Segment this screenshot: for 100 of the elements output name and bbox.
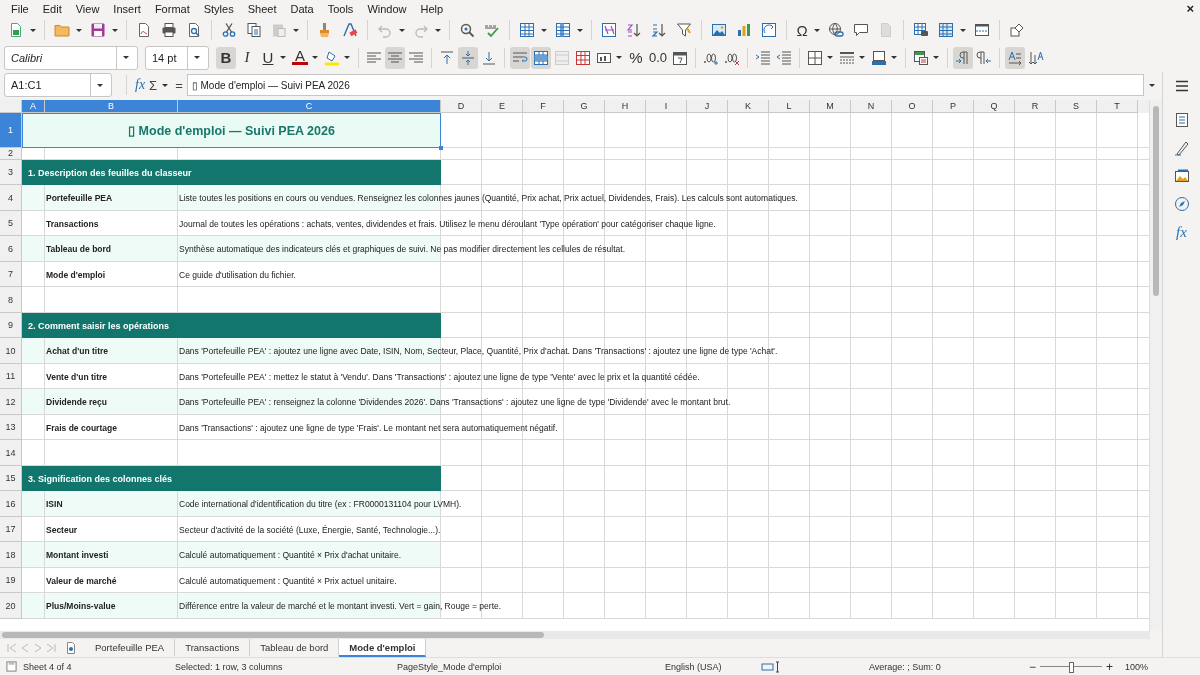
dropdown-caret-icon[interactable]	[344, 56, 350, 59]
font-size-field[interactable]: 14 pt	[145, 45, 209, 70]
table-columns-icon[interactable]	[555, 22, 571, 38]
menu-item[interactable]: Data	[283, 2, 321, 15]
bar-chart-icon[interactable]	[736, 22, 752, 38]
row-header[interactable]: 16	[0, 491, 22, 517]
table-printer-icon[interactable]	[913, 22, 929, 38]
dropdown-caret-icon[interactable]	[162, 83, 169, 87]
dropdown-caret-icon[interactable]	[123, 56, 129, 59]
dropdown-caret-icon[interactable]	[933, 56, 940, 59]
sheet-tab[interactable]: Transactions	[175, 639, 251, 657]
text-ltr-button[interactable]	[1005, 46, 1026, 69]
search-icon[interactable]	[459, 22, 475, 38]
shapes-icon[interactable]	[1009, 22, 1025, 38]
comment-icon[interactable]	[853, 22, 869, 38]
column-header[interactable]: L	[769, 99, 810, 113]
dropdown-caret-icon[interactable]	[312, 56, 318, 59]
column-header[interactable]: M	[810, 99, 851, 113]
sheet-tab[interactable]: Portefeuille PEA	[85, 639, 176, 657]
column-header[interactable]: G	[564, 99, 605, 113]
row-header[interactable]: 13	[0, 414, 22, 441]
column-header[interactable]: P	[933, 99, 974, 113]
dropdown-caret-icon[interactable]	[97, 83, 103, 87]
column-header[interactable]: B	[45, 99, 178, 113]
column-header[interactable]: A	[22, 99, 45, 113]
add-sheet-icon[interactable]	[65, 642, 77, 654]
decimal-button[interactable]: 0.0	[647, 46, 670, 69]
column-header[interactable]: K	[728, 99, 769, 113]
row-header[interactable]: 18	[0, 542, 22, 568]
dropdown-caret-icon[interactable]	[960, 28, 966, 32]
column-header[interactable]: Q	[974, 99, 1015, 113]
copy-icon[interactable]	[246, 22, 262, 38]
italic-button[interactable]: I	[237, 46, 257, 69]
new-document-icon[interactable]	[8, 22, 24, 38]
print-preview-icon[interactable]	[186, 22, 202, 38]
function-wizard-button[interactable]: fx	[135, 77, 146, 94]
table-rows-icon[interactable]	[519, 22, 535, 38]
globe-link-icon[interactable]	[828, 22, 844, 38]
dropdown-caret-icon[interactable]	[30, 28, 36, 32]
menu-item[interactable]: Window	[360, 2, 414, 15]
pen-icon[interactable]	[1173, 140, 1190, 156]
menu-item[interactable]: Tools	[320, 2, 361, 15]
name-box[interactable]: A1:C1	[4, 73, 112, 98]
dropdown-caret-icon[interactable]	[293, 28, 299, 32]
row-header[interactable]: 10	[0, 338, 22, 364]
underline-button[interactable]: U	[258, 46, 278, 69]
zoom-slider[interactable]	[1040, 661, 1102, 672]
menu-item[interactable]: Sheet	[240, 2, 284, 15]
column-header[interactable]: J	[687, 99, 728, 113]
dropdown-caret-icon[interactable]	[76, 28, 82, 32]
funnel-icon[interactable]	[676, 22, 692, 38]
menu-item[interactable]: Insert	[106, 2, 148, 15]
row-header[interactable]: 19	[0, 567, 22, 594]
split-window-icon[interactable]	[974, 22, 990, 38]
row-header[interactable]: 11	[0, 363, 22, 390]
dropdown-caret-icon[interactable]	[616, 56, 622, 59]
menu-item[interactable]: Format	[147, 2, 197, 15]
align-middle-button[interactable]	[458, 46, 478, 69]
formula-button[interactable]: =	[175, 77, 183, 93]
column-header[interactable]: F	[523, 99, 564, 113]
menu-item[interactable]: View	[68, 2, 107, 15]
image-icon[interactable]	[711, 22, 727, 38]
page-style[interactable]: PageStyle_Mode d'emploi	[397, 661, 597, 672]
row-header[interactable]: 8	[0, 287, 22, 313]
column-header[interactable]: I	[646, 99, 687, 113]
column-header[interactable]: O	[892, 99, 933, 113]
dropdown-caret-icon[interactable]	[827, 56, 834, 59]
cut-icon[interactable]	[221, 22, 237, 38]
percent-button[interactable]: %	[626, 46, 646, 69]
sort-descending-icon[interactable]	[651, 22, 667, 38]
wrap-text-button[interactable]	[510, 46, 530, 69]
menu-item[interactable]: File	[4, 2, 36, 15]
dropdown-caret-icon[interactable]	[435, 28, 441, 32]
paragraph-ltr-button[interactable]	[953, 46, 974, 69]
formula-input-field[interactable]: ▯ Mode d'emploi — Suivi PEA 2026	[186, 74, 1144, 97]
row-header[interactable]: 15	[0, 465, 22, 492]
row-header[interactable]: 17	[0, 516, 22, 543]
row-header[interactable]: 4	[0, 185, 22, 211]
merge-center-button[interactable]	[531, 46, 551, 69]
dropdown-caret-icon[interactable]	[112, 28, 118, 32]
properties-icon[interactable]	[1173, 112, 1190, 128]
sort-ascending-icon[interactable]	[626, 22, 642, 38]
clear-format-icon[interactable]	[342, 22, 358, 38]
row-header[interactable]: 6	[0, 236, 22, 262]
freeze-table-icon[interactable]	[938, 22, 954, 38]
row-header[interactable]: 20	[0, 593, 22, 619]
dropdown-caret-icon[interactable]	[541, 28, 547, 32]
row-header[interactable]: 7	[0, 261, 22, 288]
special-character-button[interactable]: Ω	[792, 19, 812, 41]
close-button[interactable]: ×	[1186, 1, 1194, 16]
zoom-percent[interactable]: 100%	[1125, 661, 1149, 672]
sum-button[interactable]: Σ	[149, 77, 158, 93]
sort-icon[interactable]	[601, 22, 617, 38]
dropdown-caret-icon[interactable]	[399, 28, 405, 32]
dropdown-caret-icon[interactable]	[1149, 83, 1155, 87]
bold-button[interactable]: B	[216, 46, 236, 69]
zoom-in-button[interactable]: +	[1106, 659, 1114, 674]
sheet-tab[interactable]: Mode d'emploi	[339, 639, 427, 657]
column-header[interactable]: C	[178, 99, 441, 113]
functions-button[interactable]: fx	[1176, 224, 1187, 241]
